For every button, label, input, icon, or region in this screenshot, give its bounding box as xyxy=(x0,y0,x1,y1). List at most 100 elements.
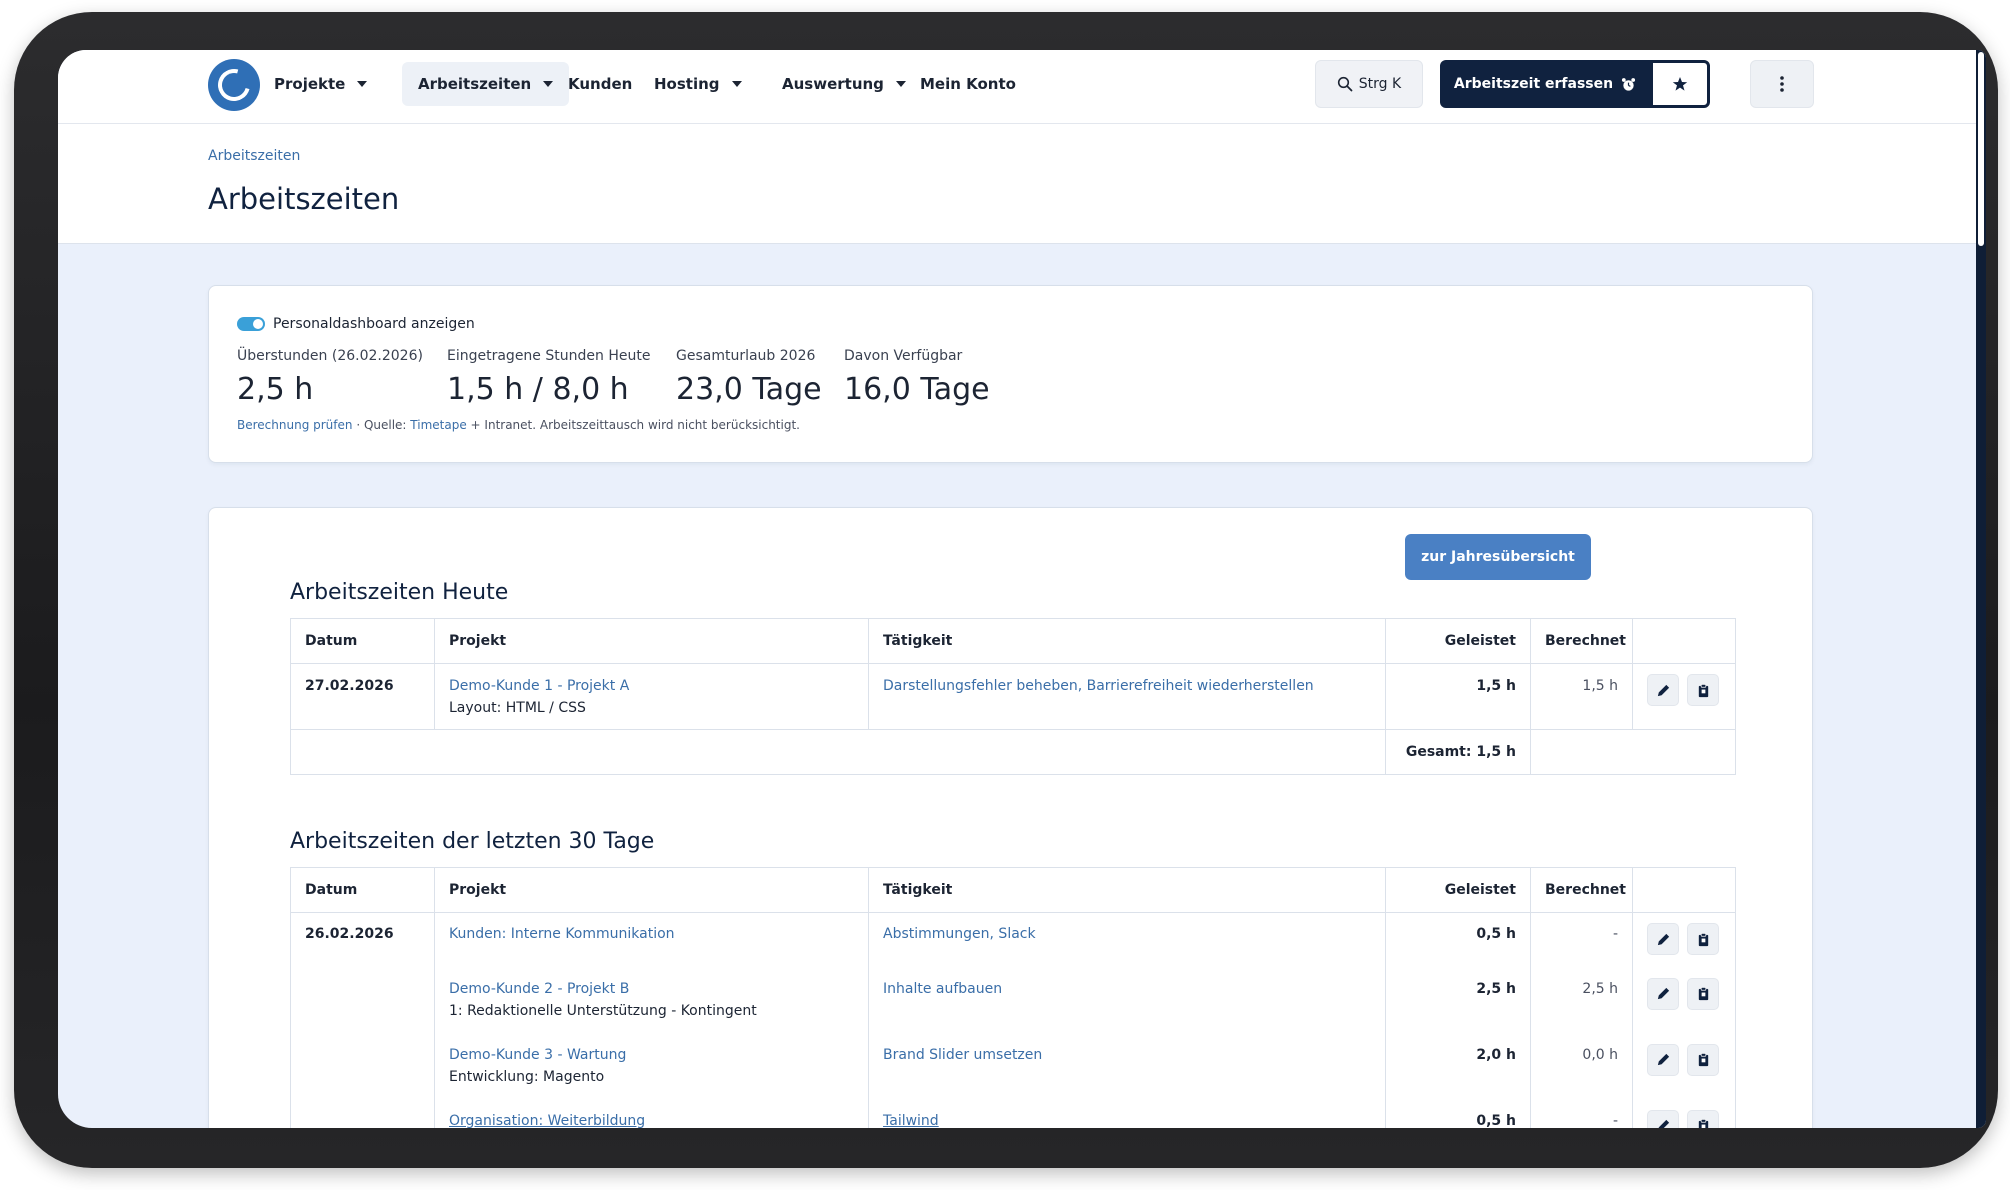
col-activity: Tätigkeit xyxy=(868,618,1386,664)
edit-button[interactable] xyxy=(1647,1109,1679,1128)
row-activity-link[interactable]: Inhalte aufbauen xyxy=(883,981,1002,997)
section-title-today: Arbeitszeiten Heute xyxy=(290,580,509,605)
nav-mein-konto-label: Mein Konto xyxy=(920,75,1016,93)
row-done: 2,5 h xyxy=(1385,967,1531,1034)
page-scrollbar[interactable] xyxy=(1976,50,1986,1128)
copy-button[interactable] xyxy=(1687,1043,1719,1076)
row-project-link[interactable]: Organisation: Weiterbildung xyxy=(449,1113,854,1129)
timetape-link[interactable]: Timetape xyxy=(410,418,466,432)
table-row: Organisation: Weiterbildung Tailwind 0,5… xyxy=(290,1099,1736,1129)
row-project-cell: Organisation: Weiterbildung xyxy=(434,1099,869,1129)
row-billed: - xyxy=(1530,1099,1633,1128)
col-done: Geleistet xyxy=(1385,867,1531,913)
search-shortcut-label: Strg K xyxy=(1358,76,1402,92)
row-project-cell: Demo-Kunde 3 - Wartung Entwicklung: Mage… xyxy=(434,1033,869,1100)
row-project-link[interactable]: Demo-Kunde 3 - Wartung xyxy=(449,1047,854,1063)
col-project: Projekt xyxy=(434,867,869,913)
edit-button[interactable] xyxy=(1647,977,1679,1010)
logo-icon[interactable] xyxy=(208,59,260,111)
row-activity-cell: Abstimmungen, Slack xyxy=(868,912,1386,968)
row-billed: 1,5 h xyxy=(1530,663,1633,730)
nav-kunden-label: Kunden xyxy=(568,75,633,93)
row-billed: 2,5 h xyxy=(1530,967,1633,1034)
row-project-cell: Demo-Kunde 1 - Projekt A Layout: HTML / … xyxy=(434,663,869,730)
row-project-sub: Entwicklung: Magento xyxy=(449,1068,605,1085)
pencil-icon xyxy=(1657,684,1669,696)
chevron-down-icon xyxy=(731,81,742,87)
copy-button[interactable] xyxy=(1687,977,1719,1010)
clipboard-icon xyxy=(1698,987,1708,1001)
col-actions xyxy=(1632,867,1736,913)
star-icon xyxy=(1672,77,1688,91)
row-date xyxy=(290,1099,435,1128)
copy-button[interactable] xyxy=(1687,674,1719,706)
breadcrumb[interactable]: Arbeitszeiten xyxy=(208,148,300,164)
vertical-dots-icon xyxy=(1780,76,1784,92)
pencil-icon xyxy=(1657,987,1669,1000)
nav-kunden[interactable]: Kunden xyxy=(552,62,648,106)
row-done: 2,0 h xyxy=(1385,1033,1531,1100)
copy-button[interactable] xyxy=(1687,923,1719,955)
row-activity-link[interactable]: Abstimmungen, Slack xyxy=(883,926,1036,942)
stat-total-vacation: Gesamturlaub 2026 23,0 Tage xyxy=(676,348,822,407)
log-worktime-label: Arbeitszeit erfassen xyxy=(1453,76,1614,92)
browser-screen: Projekte Arbeitszeiten Kunden Hosting Au… xyxy=(58,50,1986,1128)
row-done: 0,5 h xyxy=(1385,912,1531,968)
nav-mein-konto[interactable]: Mein Konto xyxy=(904,62,1032,106)
dashboard-toggle[interactable] xyxy=(237,317,265,331)
today-total-row: Gesamt: 1,5 h xyxy=(290,729,1736,775)
stat-total-vacation-value: 23,0 Tage xyxy=(676,372,822,407)
more-options-button[interactable] xyxy=(1750,60,1814,108)
edit-button[interactable] xyxy=(1647,1043,1679,1076)
table-row: 26.02.2026 Kunden: Interne Kommunikation… xyxy=(290,912,1736,968)
row-actions xyxy=(1632,912,1736,968)
stat-available-vacation-value: 16,0 Tage xyxy=(844,372,990,407)
table-header-row: Datum Projekt Tätigkeit Geleistet Berech… xyxy=(290,618,1736,664)
nav-arbeitszeiten-label: Arbeitszeiten xyxy=(418,75,532,93)
row-activity-cell: Tailwind xyxy=(868,1099,1386,1129)
nav-auswertung[interactable]: Auswertung xyxy=(766,62,922,106)
row-activity-link[interactable]: Brand Slider umsetzen xyxy=(883,1047,1042,1063)
total-spacer xyxy=(290,729,1386,775)
col-activity: Tätigkeit xyxy=(868,867,1386,913)
row-activity-link[interactable]: Tailwind xyxy=(883,1113,939,1129)
chevron-down-icon xyxy=(357,81,368,87)
col-date: Datum xyxy=(290,867,435,913)
nav-hosting-label: Hosting xyxy=(654,75,720,93)
clipboard-icon xyxy=(1698,1119,1708,1128)
row-activity-link[interactable]: Darstellungsfehler beheben, Barrierefrei… xyxy=(883,678,1314,694)
favorite-button[interactable] xyxy=(1650,60,1710,108)
row-project-sub: 1: Redaktionelle Unterstützung - Konting… xyxy=(449,1002,757,1019)
nav-arbeitszeiten[interactable]: Arbeitszeiten xyxy=(402,62,570,106)
clipboard-icon xyxy=(1698,683,1708,697)
table-row: Demo-Kunde 3 - Wartung Entwicklung: Mage… xyxy=(290,1033,1736,1100)
alarm-clock-icon xyxy=(1622,77,1636,91)
copy-button[interactable] xyxy=(1687,1109,1719,1128)
page-title: Arbeitszeiten xyxy=(208,182,400,216)
table-row: 27.02.2026 Demo-Kunde 1 - Projekt A Layo… xyxy=(290,663,1736,730)
row-activity-cell: Inhalte aufbauen xyxy=(868,967,1386,1034)
year-overview-button[interactable]: zur Jahresübersicht xyxy=(1405,534,1591,580)
nav-hosting[interactable]: Hosting xyxy=(638,62,758,106)
log-worktime-button[interactable]: Arbeitszeit erfassen xyxy=(1440,60,1650,108)
row-project-link[interactable]: Demo-Kunde 2 - Projekt B xyxy=(449,981,854,997)
row-actions xyxy=(1632,1099,1736,1128)
edit-button[interactable] xyxy=(1647,923,1679,955)
last30-table: Datum Projekt Tätigkeit Geleistet Berech… xyxy=(290,867,1736,1128)
row-project-link[interactable]: Demo-Kunde 1 - Projekt A xyxy=(449,678,854,694)
row-date xyxy=(290,1033,435,1100)
row-project-cell: Kunden: Interne Kommunikation xyxy=(434,912,869,968)
row-project-link[interactable]: Kunden: Interne Kommunikation xyxy=(449,926,854,942)
check-calculation-link[interactable]: Berechnung prüfen xyxy=(237,418,353,432)
row-date: 27.02.2026 xyxy=(290,663,435,730)
nav-projekte[interactable]: Projekte xyxy=(258,62,383,106)
section-title-last30: Arbeitszeiten der letzten 30 Tage xyxy=(290,829,655,854)
search-icon xyxy=(1337,76,1353,92)
row-project-sub: Layout: HTML / CSS xyxy=(449,700,586,716)
edit-button[interactable] xyxy=(1647,674,1679,706)
row-project-cell: Demo-Kunde 2 - Projekt B 1: Redaktionell… xyxy=(434,967,869,1034)
stat-available-vacation-label: Davon Verfügbar xyxy=(844,348,963,364)
stat-overtime-label: Überstunden (26.02.2026) xyxy=(237,348,423,364)
search-button[interactable]: Strg K xyxy=(1315,60,1423,108)
scrollbar-thumb[interactable] xyxy=(1978,52,1984,246)
